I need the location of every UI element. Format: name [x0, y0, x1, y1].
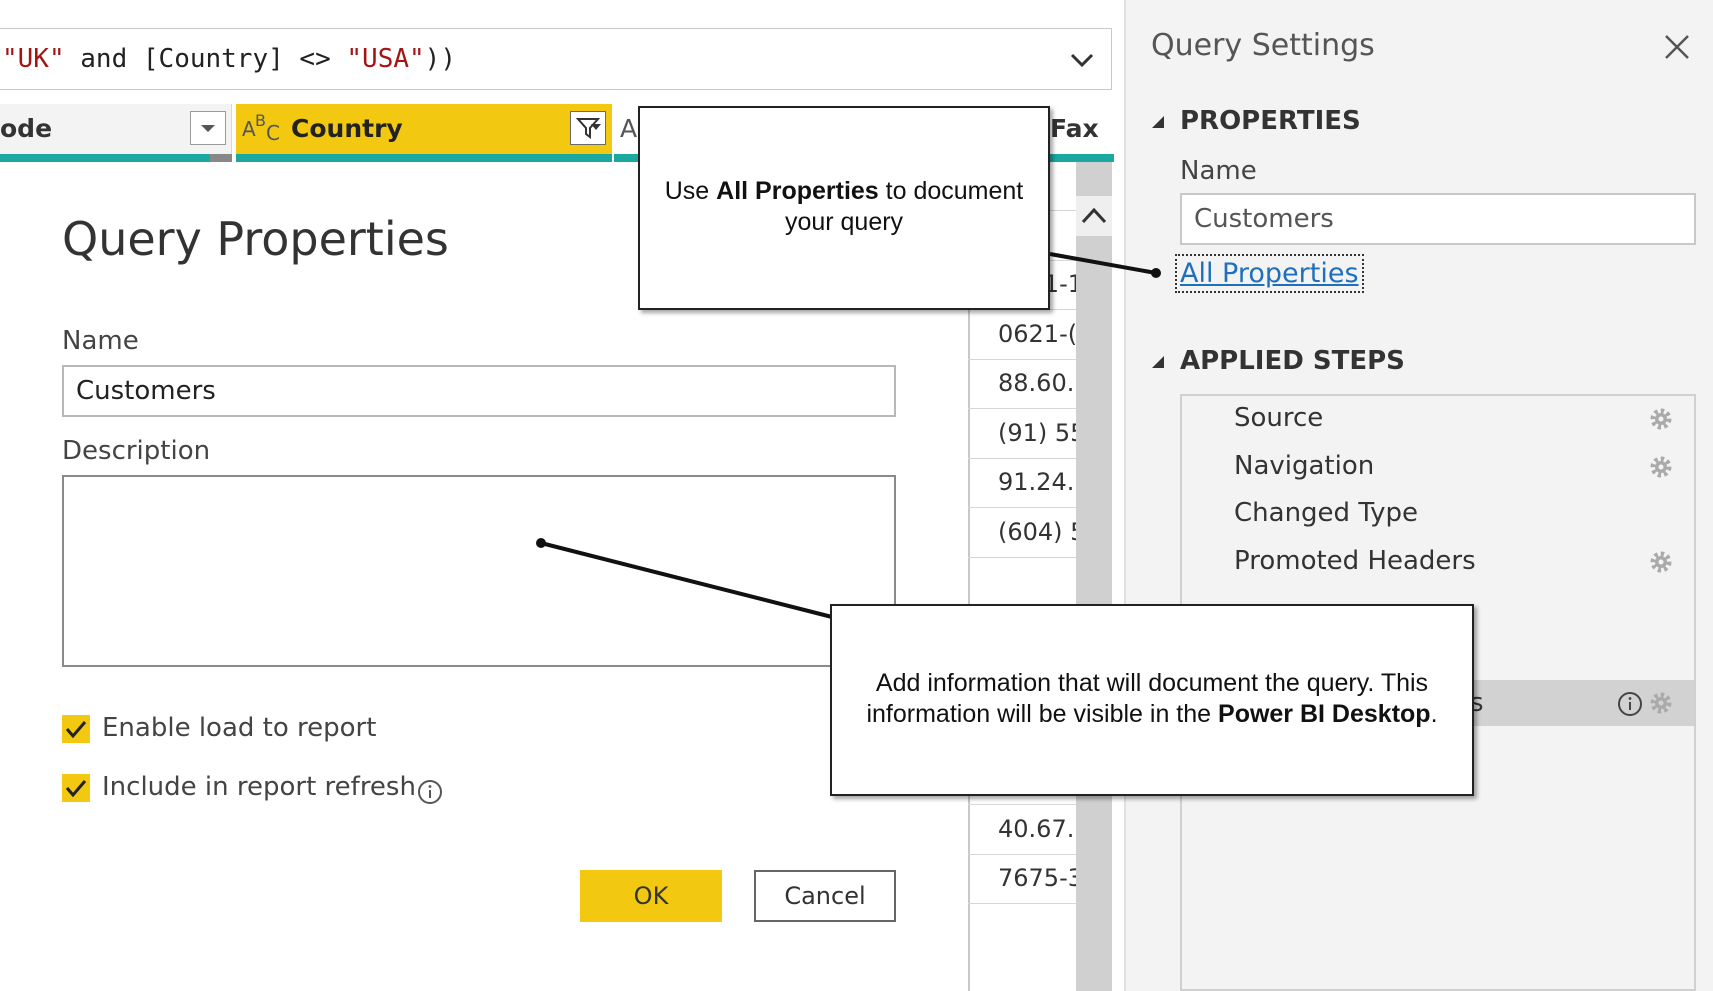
callout-description: Add information that will document the q… [830, 604, 1474, 796]
enable-load-label[interactable]: Enable load to report [102, 713, 376, 743]
fax-cell[interactable]: 40.67. [968, 806, 1076, 855]
column-header-fax-label[interactable]: Fax [1050, 114, 1099, 143]
collapse-triangle-icon[interactable] [1148, 112, 1168, 132]
gear-icon[interactable] [1648, 549, 1674, 575]
svg-text:C: C [266, 121, 280, 144]
applied-steps-heading[interactable]: APPLIED STEPS [1180, 346, 1405, 376]
column-country-filter-button[interactable] [570, 111, 606, 145]
callout-2-text-post: . [1430, 700, 1438, 728]
fax-cell[interactable]: 88.60. [968, 360, 1076, 409]
collapse-triangle-icon[interactable] [1148, 352, 1168, 372]
callout-1-text-bold: All Properties [716, 177, 879, 205]
formula-text[interactable]: "UK" and [Country] <> "USA")) [2, 44, 456, 74]
column-header-next-label[interactable]: A [620, 114, 637, 143]
settings-name-input[interactable] [1180, 193, 1696, 245]
info-icon[interactable] [416, 778, 444, 806]
query-settings-title: Query Settings [1151, 28, 1375, 63]
formula-string-usa: "USA" [346, 44, 425, 74]
name-label: Name [62, 326, 139, 356]
column-quality-bar [0, 154, 210, 162]
formula-string-uk: "UK" [2, 44, 65, 74]
text-type-icon[interactable]: A B C [242, 111, 284, 151]
fax-cell[interactable]: (604) 5 [968, 509, 1076, 558]
close-icon[interactable] [1662, 32, 1692, 62]
column-header-country-label: Country [291, 114, 403, 143]
column-quality-bar-gray [210, 154, 232, 162]
svg-text:A: A [242, 117, 256, 141]
step-info-icon[interactable] [1616, 690, 1644, 718]
gear-icon[interactable] [1648, 454, 1674, 480]
properties-heading[interactable]: PROPERTIES [1180, 106, 1361, 136]
include-refresh-label[interactable]: Include in report refresh [102, 772, 416, 802]
expand-formula-chevron-down-icon[interactable] [1068, 48, 1096, 72]
column-quality-bar [236, 154, 612, 162]
name-input[interactable] [62, 365, 896, 417]
include-refresh-checkbox[interactable] [62, 774, 90, 802]
callout-all-properties: Use All Properties to document your quer… [638, 106, 1050, 310]
svg-text:B: B [255, 112, 266, 130]
triangle-down-icon [201, 125, 215, 132]
description-textarea[interactable] [62, 475, 896, 667]
cancel-button[interactable]: Cancel [754, 870, 896, 922]
fax-cell[interactable]: 91.24. [968, 459, 1076, 508]
fax-cell[interactable]: 7675-3 [968, 855, 1076, 904]
column-code-dropdown-button[interactable] [190, 111, 226, 145]
checkmark-icon [65, 721, 87, 739]
scroll-up-button[interactable] [1076, 196, 1112, 236]
gear-icon[interactable] [1648, 690, 1674, 716]
formula-expression: and [Country] <> [64, 44, 347, 74]
applied-step-item[interactable]: Source [1234, 403, 1323, 433]
applied-step-item[interactable]: Navigation [1234, 451, 1374, 481]
callout-2-text-bold: Power BI Desktop [1218, 700, 1431, 728]
chevron-up-icon [1081, 207, 1107, 224]
ok-button[interactable]: OK [580, 870, 722, 922]
applied-step-item[interactable]: Changed Type [1234, 498, 1418, 528]
enable-load-checkbox[interactable] [62, 715, 90, 743]
fax-cell[interactable]: (91) 55 [968, 410, 1076, 459]
filter-icon [575, 118, 601, 139]
settings-name-label: Name [1180, 156, 1257, 186]
gear-icon[interactable] [1648, 406, 1674, 432]
all-properties-link[interactable]: All Properties [1175, 254, 1364, 293]
fax-cell[interactable] [968, 558, 1076, 607]
description-label: Description [62, 436, 211, 466]
vertical-scrollbar[interactable] [1076, 162, 1112, 991]
fax-cell[interactable]: 0621-( [968, 311, 1076, 360]
formula-close-parens: )) [424, 44, 456, 74]
applied-step-item[interactable]: Promoted Headers [1234, 546, 1476, 576]
callout-1-text-pre: Use [664, 177, 717, 205]
checkmark-icon [65, 780, 87, 798]
dialog-title: Query Properties [62, 212, 449, 266]
column-header-code-label: ode [0, 114, 53, 143]
